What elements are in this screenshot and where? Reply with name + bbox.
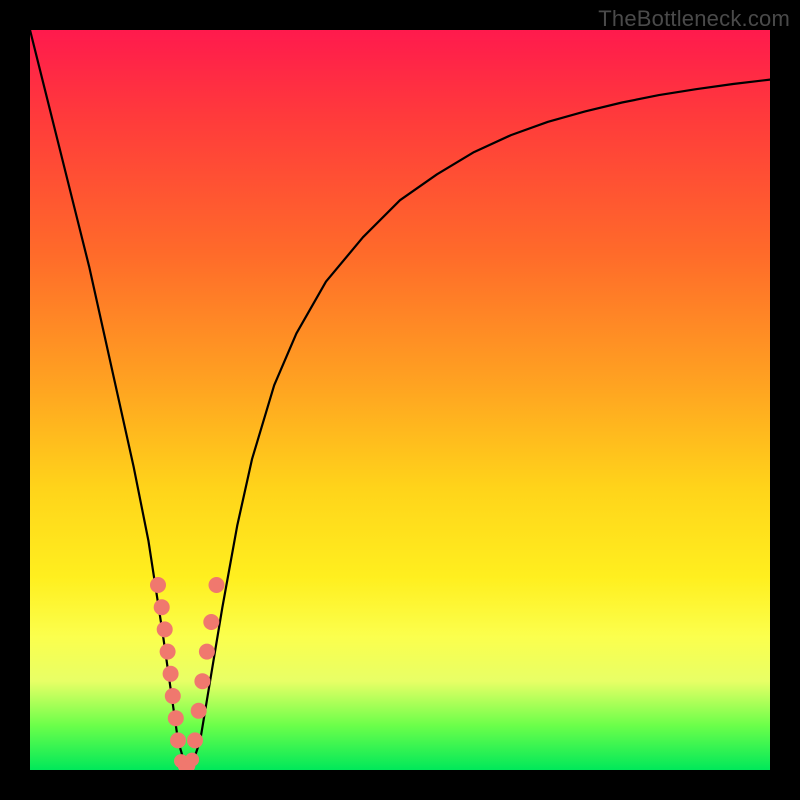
bead [157,621,173,637]
bead [191,703,207,719]
watermark-text: TheBottleneck.com [598,6,790,32]
beads-bottom [174,753,199,770]
bead [187,732,203,748]
bead [165,688,181,704]
beads-right [187,577,225,748]
bead [194,673,210,689]
bead [150,577,166,593]
curve-layer [30,30,770,770]
bead [203,614,219,630]
bead [154,599,170,615]
bottleneck-curve [30,30,770,766]
bead [163,666,179,682]
bead [168,710,184,726]
bead [170,732,186,748]
chart-frame: TheBottleneck.com [0,0,800,800]
plot-area [30,30,770,770]
bead [185,753,199,767]
bead [199,644,215,660]
bead [160,644,176,660]
bead [209,577,225,593]
